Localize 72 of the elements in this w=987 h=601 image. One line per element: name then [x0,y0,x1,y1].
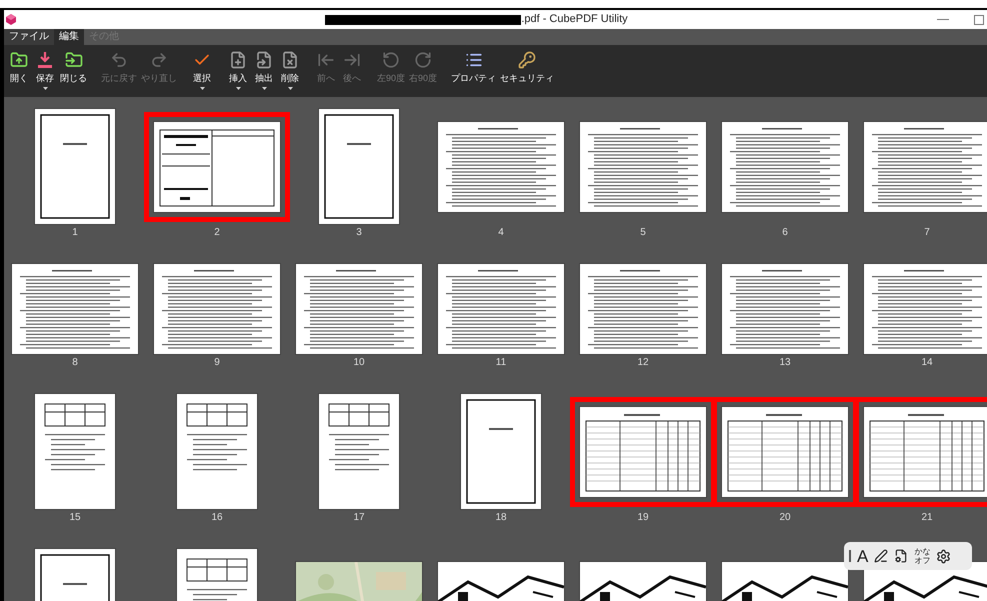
page-number: 13 [779,358,791,368]
kana-toggle[interactable]: かな オフ [914,547,930,565]
toolbar-button[interactable]: 抽出 [251,51,277,90]
rotate-left-icon [382,51,400,69]
page-number: 16 [211,513,223,523]
file-arrow-icon [255,51,273,69]
page-thumbnail[interactable] [722,122,848,212]
file-x-icon [281,51,299,69]
page-number: 15 [69,513,81,523]
page-thumbnail[interactable] [722,264,848,354]
input-mode-button[interactable]: A [857,548,868,564]
page-thumbnail[interactable] [438,264,564,354]
page-number: 2 [214,228,220,238]
page-thumbnail[interactable] [864,122,987,212]
arrow-right-icon [343,51,361,69]
page-thumbnail[interactable] [296,264,422,354]
page-thumbnail[interactable] [438,122,564,212]
page-number: 12 [637,358,649,368]
toolbar-button[interactable]: 削除 [277,51,303,90]
page-number: 8 [72,358,78,368]
page-thumbnail[interactable] [35,109,115,224]
download-icon [36,51,54,69]
settings-icon[interactable] [936,548,952,564]
toolbar-button[interactable]: 開く [6,51,32,84]
page-thumbnail[interactable] [12,264,138,354]
file-plus-icon [229,51,247,69]
app-logo-icon [6,14,16,25]
page-number: 9 [214,358,220,368]
toolbar-button[interactable]: セキュリティ [498,51,556,84]
page-number: 18 [495,513,507,523]
page-thumbnail[interactable] [319,394,399,509]
toolbar-button[interactable]: 閉じる [58,51,89,84]
list-icon [464,51,483,69]
redo-icon [150,51,168,69]
page-thumbnail[interactable] [864,264,987,354]
page-thumbnail[interactable] [580,264,706,354]
toolbar-button[interactable]: 挿入 [225,51,251,90]
page-number: 17 [353,513,365,523]
toolbar-button[interactable]: 保存 [32,51,58,90]
ribbon-tab[interactable]: ファイル [4,29,54,45]
pen-icon[interactable] [874,549,888,563]
page-number: 1 [72,228,78,238]
page-number: 5 [640,228,646,238]
maximize-button[interactable] [974,14,984,24]
page-number: 7 [924,228,930,238]
page-number: 14 [921,358,933,368]
page-thumbnail[interactable] [144,112,290,222]
page-number: 6 [782,228,788,238]
page-thumbnail[interactable] [319,109,399,224]
page-number: 3 [356,228,362,238]
page-number: 11 [496,358,506,368]
undo-icon [110,51,128,69]
page-number: 19 [637,513,649,523]
page-thumbnail[interactable] [580,122,706,212]
page-thumbnail[interactable] [35,394,115,509]
page-number: 21 [921,513,933,523]
folder-arrow-icon [10,51,28,69]
page-number: 10 [353,358,365,368]
window-title: .pdf - CubePDF Utility [521,12,628,28]
page-thumbnail[interactable] [154,264,280,354]
folder-arrow-icon [64,51,82,69]
page-thumbnail[interactable] [177,394,257,509]
ribbon-tab[interactable]: 編集 [54,29,84,45]
key-icon [518,51,536,69]
page-thumbnail[interactable] [461,394,541,509]
arrow-left-icon [317,51,335,69]
page-number: 4 [498,228,504,238]
page-number: 20 [779,513,791,523]
document-gear-icon[interactable] [894,549,908,563]
rotate-right-icon [414,51,432,69]
toolbar-button[interactable]: 選択 [189,51,215,90]
toolbar-button[interactable]: プロパティ [449,51,498,84]
